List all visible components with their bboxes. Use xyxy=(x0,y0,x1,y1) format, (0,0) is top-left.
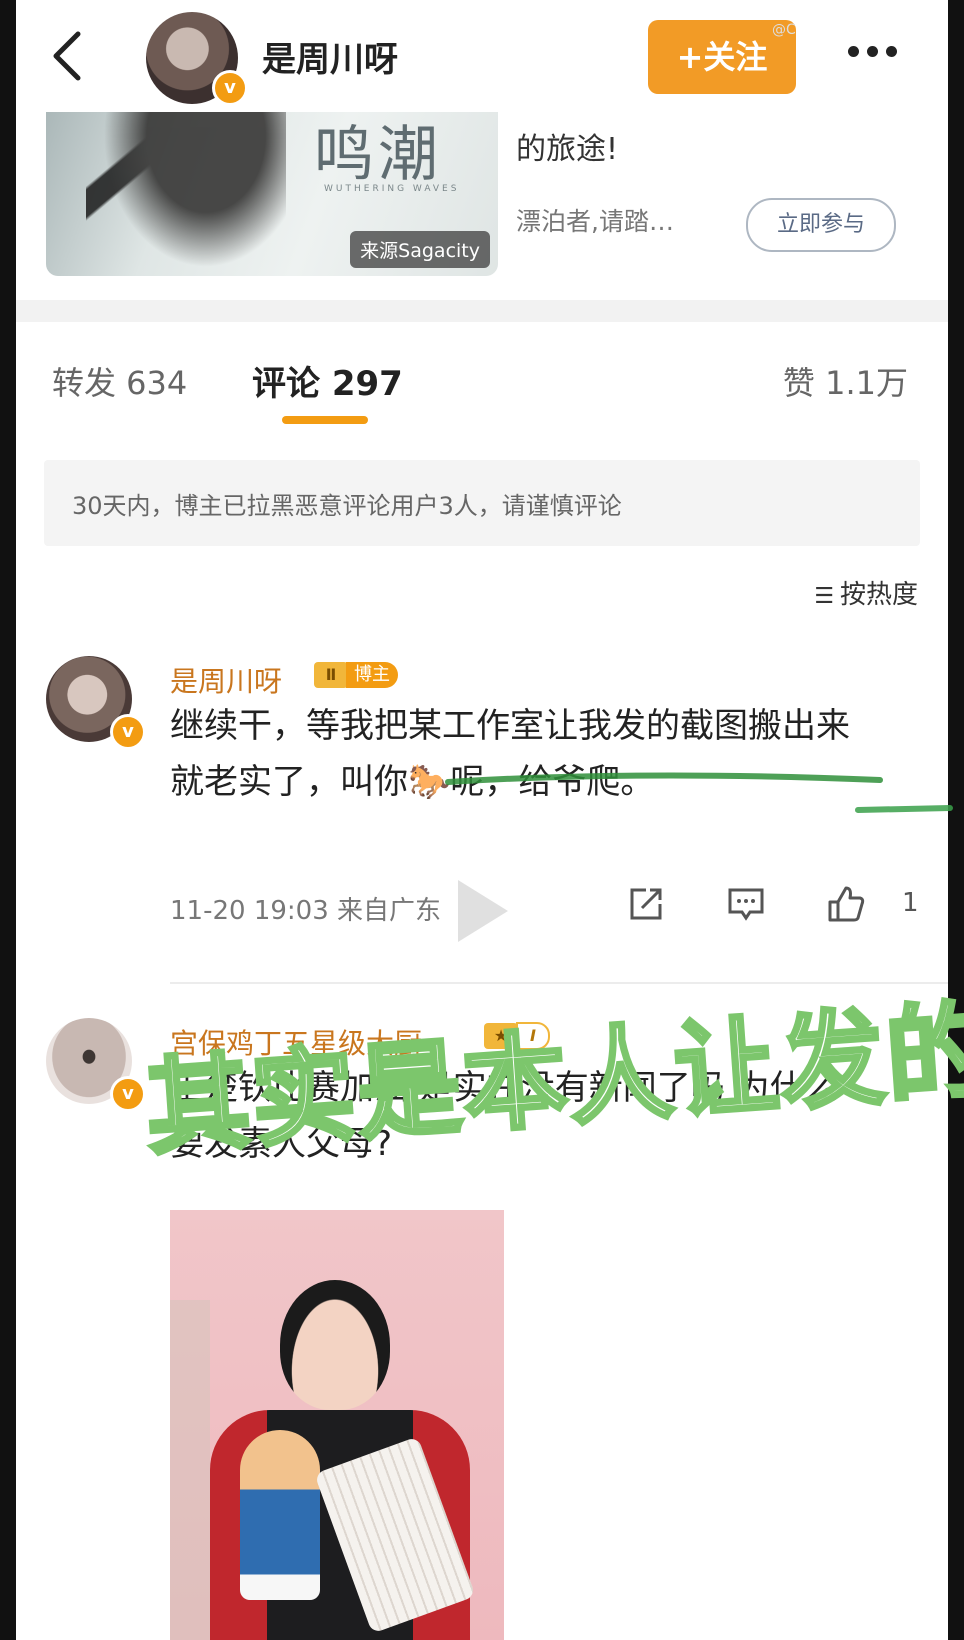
watermark-tag: @C xyxy=(772,22,796,38)
sort-icon: ☰ xyxy=(814,584,834,609)
share-icon[interactable] xyxy=(626,884,666,924)
join-button[interactable]: 立即参与 xyxy=(746,198,896,252)
like-count: 1 xyxy=(902,888,919,918)
reply-icon[interactable] xyxy=(726,884,766,924)
section-divider xyxy=(16,300,948,322)
verified-icon: v xyxy=(110,714,146,750)
image-source-tag: 来源Sagacity xyxy=(350,231,490,268)
commenter-name[interactable]: 是周川呀 xyxy=(170,660,282,700)
tab-like[interactable]: 赞 1.1万 xyxy=(783,358,908,404)
comment-text: 继续干，等我把某工作室让我发的截图搬出来就老实了，叫你🐎呢，给爷爬。 xyxy=(170,706,850,802)
level-badge: Ⅱ 博主 xyxy=(314,662,398,688)
active-tab-indicator xyxy=(282,416,368,424)
tab-repost[interactable]: 转发 634 xyxy=(52,358,187,404)
sort-toggle[interactable]: ☰ 按热度 xyxy=(814,574,918,611)
verified-icon: v xyxy=(110,1076,146,1112)
interaction-tabs: 转发 634 评论 297 赞 1.1万 xyxy=(16,322,948,432)
top-bar: v 是周川呀 +关注 @C xyxy=(16,0,948,112)
comment-location: 来自广东 xyxy=(337,896,442,926)
card-thumbnail: 鸣潮 WUTHERING WAVES 来源Sagacity xyxy=(46,100,498,276)
card-logo-sub: WUTHERING WAVES xyxy=(324,184,460,194)
crown-icon: Ⅱ xyxy=(314,662,348,688)
card-title: 的旅途! xyxy=(516,132,619,167)
more-options-icon[interactable] xyxy=(848,42,908,62)
verified-icon: v xyxy=(212,70,248,106)
author-name[interactable]: 是周川呀 xyxy=(262,32,398,81)
card-logo-text: 鸣潮 xyxy=(314,120,442,190)
author-tag: 博主 xyxy=(346,662,398,688)
sort-label: 按热度 xyxy=(839,580,918,610)
play-icon xyxy=(458,880,508,942)
like-icon[interactable] xyxy=(826,884,866,924)
tab-comment[interactable]: 评论 297 xyxy=(252,356,403,405)
comment-notice: 30天内，博主已拉黑恶意评论用户3人，请谨慎评论 xyxy=(44,460,920,546)
activity-card[interactable]: 鸣潮 WUTHERING WAVES 来源Sagacity 的旅途! 漂泊者,请… xyxy=(46,100,916,280)
comment-photo[interactable] xyxy=(170,1210,504,1640)
card-description: 漂泊者,请踏… xyxy=(516,207,674,236)
comment-actions: 1 xyxy=(626,884,926,934)
back-arrow-icon[interactable] xyxy=(48,28,88,84)
app-screen: v 是周川呀 +关注 @C 鸣潮 WUTHERING WAVES 来源Sagac… xyxy=(16,0,948,1640)
notice-text: 30天内，博主已拉黑恶意评论用户3人，请谨慎评论 xyxy=(72,492,622,520)
comment-time: 11-20 19:03 xyxy=(170,896,329,926)
comment-meta: 11-20 19:03 来自广东 xyxy=(170,890,441,927)
